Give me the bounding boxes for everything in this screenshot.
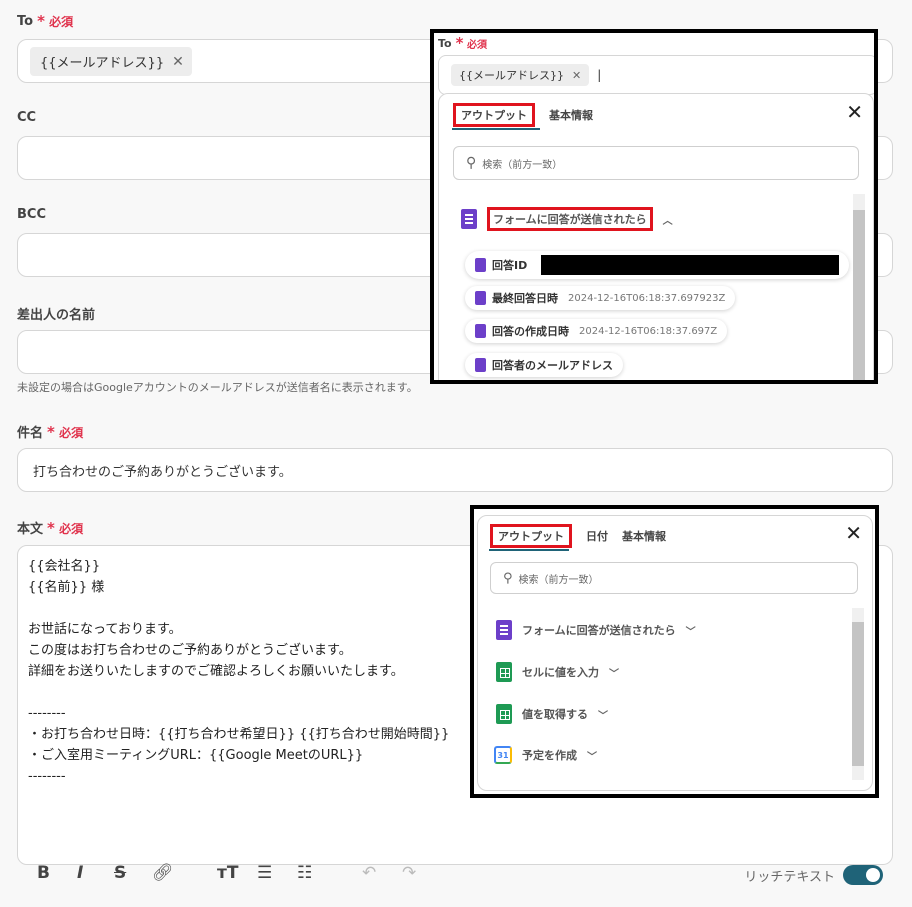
chevron-down-icon: ﹀ bbox=[609, 668, 619, 680]
bullet-list-icon[interactable]: ☰ bbox=[257, 863, 272, 883]
variable-picker-panel-1: To * 必須 {{メールアドレス}} ✕ | アウトプット 基本情報 ✕ ⚲ … bbox=[430, 29, 878, 384]
bcc-label: BCC bbox=[17, 207, 46, 222]
group-form-response[interactable]: フォームに回答が送信されたら ︿ bbox=[461, 207, 673, 231]
sender-hint: 未設定の場合はGoogleアカウントのメールアドレスが送信者名に表示されます。 bbox=[17, 381, 418, 394]
to-label: To * 必須 bbox=[438, 34, 487, 52]
group-form-response[interactable]: フォームに回答が送信されたら ﹀ bbox=[496, 620, 696, 640]
google-forms-icon bbox=[496, 620, 512, 640]
google-forms-icon bbox=[475, 291, 486, 305]
tab-date[interactable]: 日付 bbox=[586, 528, 608, 544]
subject-field[interactable]: 打ち合わせのご予約ありがとうございます。 bbox=[17, 448, 893, 492]
scrollbar[interactable] bbox=[853, 194, 865, 380]
group-set-cell-value[interactable]: セルに値を入力 ﹀ bbox=[496, 662, 619, 682]
scrollbar-thumb[interactable] bbox=[853, 210, 865, 380]
google-forms-icon bbox=[475, 324, 486, 338]
tab-basic-info[interactable]: 基本情報 bbox=[549, 107, 593, 123]
required-badge: * 必須 bbox=[47, 518, 84, 537]
output-item-created-time[interactable]: 回答の作成日時 2024-12-16T06:18:37.697Z bbox=[465, 319, 728, 343]
chevron-up-icon: ︿ bbox=[662, 215, 673, 227]
picker-dropdown: アウトプット 日付 基本情報 ✕ ⚲ 検索（前方一致） フォームに回答が送信され… bbox=[477, 515, 873, 791]
picker-tabs: アウトプット 基本情報 bbox=[453, 103, 593, 127]
italic-icon[interactable]: I bbox=[77, 863, 83, 883]
sender-label: 差出人の名前 bbox=[17, 308, 96, 323]
to-field[interactable]: {{メールアドレス}} ✕ | bbox=[438, 55, 874, 95]
tab-output[interactable]: アウトプット bbox=[490, 524, 572, 548]
redacted-value bbox=[541, 255, 840, 275]
google-forms-icon bbox=[475, 358, 486, 372]
close-icon[interactable]: ✕ bbox=[172, 54, 184, 70]
rich-text-toggle-group: リッチテキスト bbox=[744, 865, 883, 885]
text-size-icon[interactable]: ᴛT bbox=[217, 863, 238, 883]
editor-toolbar: B I S 🔗︎ ᴛT ☰ ☷ ↶ ↷ リッチテキスト bbox=[17, 855, 893, 895]
search-icon: ⚲ bbox=[503, 570, 513, 586]
google-sheets-icon bbox=[496, 662, 512, 682]
close-icon[interactable]: ✕ bbox=[845, 521, 862, 545]
rich-text-toggle[interactable] bbox=[843, 865, 883, 885]
required-badge: * 必須 bbox=[37, 12, 74, 30]
tab-basic-info[interactable]: 基本情報 bbox=[622, 528, 666, 544]
required-badge: * 必須 bbox=[47, 422, 84, 441]
output-item-response-id[interactable]: 回答ID bbox=[465, 251, 850, 279]
google-forms-icon bbox=[461, 209, 477, 229]
output-item-respondent-email[interactable]: 回答者のメールアドレス bbox=[465, 353, 623, 377]
subject-label: 件名 * 必須 bbox=[17, 422, 84, 442]
picker-tabs: アウトプット 日付 基本情報 bbox=[490, 524, 666, 548]
scrollbar-thumb[interactable] bbox=[852, 622, 864, 766]
search-input[interactable]: ⚲ 検索（前方一致） bbox=[490, 562, 858, 594]
to-label: To * 必須 bbox=[17, 12, 74, 30]
subject-value: 打ち合わせのご予約ありがとうございます。 bbox=[33, 465, 292, 480]
chevron-down-icon: ﹀ bbox=[685, 626, 696, 638]
close-icon[interactable]: ✕ bbox=[846, 100, 863, 124]
chevron-down-icon: ﹀ bbox=[598, 710, 608, 722]
google-calendar-icon: 31 bbox=[494, 746, 512, 764]
numbered-list-icon[interactable]: ☷ bbox=[297, 863, 312, 883]
to-chip: {{メールアドレス}} ✕ bbox=[30, 47, 192, 76]
strikethrough-icon[interactable]: S bbox=[114, 863, 126, 883]
body-label: 本文 * 必須 bbox=[17, 518, 84, 538]
tab-underline bbox=[489, 549, 569, 551]
variable-picker-panel-2: アウトプット 日付 基本情報 ✕ ⚲ 検索（前方一致） フォームに回答が送信され… bbox=[470, 505, 879, 798]
close-icon[interactable]: ✕ bbox=[572, 69, 581, 82]
search-input[interactable]: ⚲ 検索（前方一致） bbox=[453, 146, 859, 180]
group-create-event[interactable]: 31 予定を作成 ﹀ bbox=[494, 746, 597, 764]
google-sheets-icon bbox=[496, 704, 512, 724]
group-get-value[interactable]: 値を取得する ﹀ bbox=[496, 704, 608, 724]
text-cursor: | bbox=[597, 68, 602, 82]
redo-icon[interactable]: ↷ bbox=[402, 863, 416, 883]
tab-underline bbox=[452, 128, 540, 130]
scrollbar[interactable] bbox=[852, 608, 864, 780]
search-icon: ⚲ bbox=[466, 155, 477, 171]
bold-icon[interactable]: B bbox=[37, 863, 50, 883]
to-chip: {{メールアドレス}} ✕ bbox=[451, 64, 590, 86]
output-item-last-response-time[interactable]: 最終回答日時 2024-12-16T06:18:37.697923Z bbox=[465, 286, 736, 310]
link-icon[interactable]: 🔗︎ bbox=[152, 863, 174, 883]
chevron-down-icon: ﹀ bbox=[587, 751, 597, 763]
google-forms-icon bbox=[475, 258, 486, 272]
tab-output[interactable]: アウトプット bbox=[453, 103, 535, 127]
cc-label: CC bbox=[17, 110, 37, 125]
undo-icon[interactable]: ↶ bbox=[362, 863, 376, 883]
picker-dropdown: アウトプット 基本情報 ✕ ⚲ 検索（前方一致） フォームに回答が送信されたら … bbox=[438, 93, 874, 380]
